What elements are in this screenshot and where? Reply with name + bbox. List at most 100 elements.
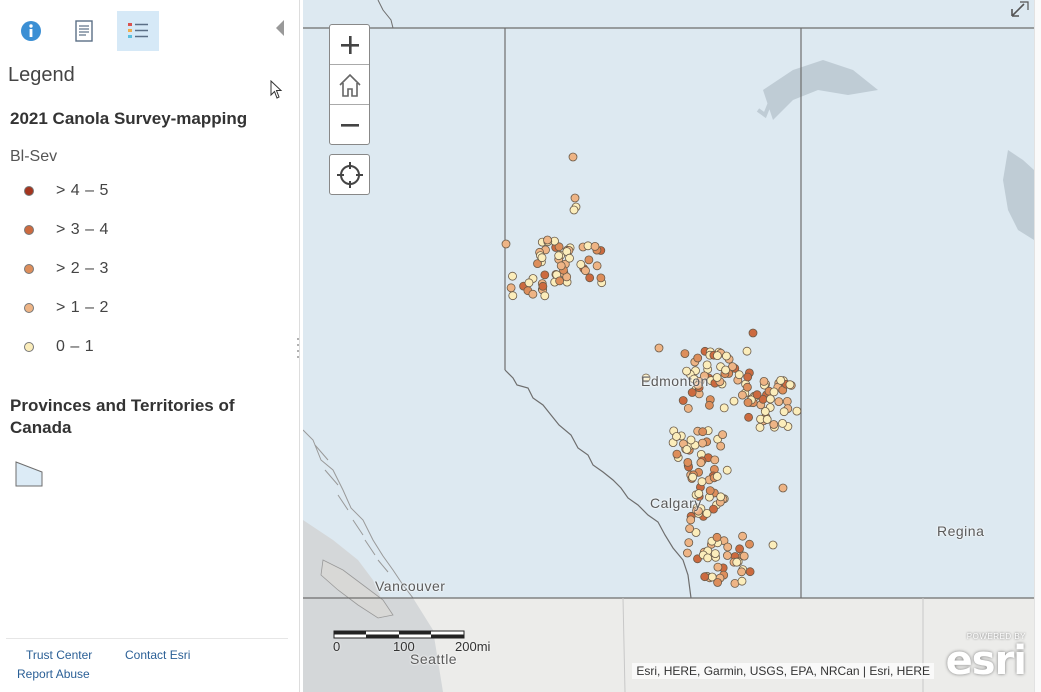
survey-point[interactable] xyxy=(782,396,792,406)
survey-point[interactable] xyxy=(742,382,752,392)
survey-point[interactable] xyxy=(596,273,606,283)
survey-point[interactable] xyxy=(778,483,788,493)
survey-point[interactable] xyxy=(688,472,698,482)
survey-point[interactable] xyxy=(745,567,755,577)
survey-point[interactable] xyxy=(712,351,722,361)
home-button[interactable] xyxy=(330,65,369,105)
tab-content[interactable] xyxy=(63,11,105,51)
survey-point[interactable] xyxy=(685,524,695,533)
survey-point[interactable] xyxy=(704,400,714,410)
panel-splitter-handle[interactable] xyxy=(296,336,300,358)
survey-point[interactable] xyxy=(581,266,590,276)
survey-point[interactable] xyxy=(719,403,729,413)
survey-point[interactable] xyxy=(524,278,534,288)
survey-point[interactable] xyxy=(682,445,692,454)
survey-point[interactable] xyxy=(569,205,579,215)
survey-point[interactable] xyxy=(556,261,566,271)
survey-point[interactable] xyxy=(738,531,748,541)
survey-point[interactable] xyxy=(739,551,749,561)
survey-point[interactable] xyxy=(697,477,707,487)
survey-point[interactable] xyxy=(570,193,580,203)
expand-icon[interactable] xyxy=(1008,0,1030,20)
survey-point[interactable] xyxy=(501,239,511,249)
survey-point[interactable] xyxy=(528,289,538,299)
survey-point[interactable] xyxy=(712,532,722,542)
collapse-panel-icon[interactable] xyxy=(272,18,288,38)
survey-point[interactable] xyxy=(776,375,786,385)
survey-point[interactable] xyxy=(702,360,712,370)
survey-point[interactable] xyxy=(506,283,516,293)
survey-point[interactable] xyxy=(732,557,742,567)
survey-point[interactable] xyxy=(774,397,784,407)
survey-point[interactable] xyxy=(654,343,664,353)
survey-point[interactable] xyxy=(779,407,789,417)
survey-point[interactable] xyxy=(696,458,706,468)
survey-point[interactable] xyxy=(686,515,696,525)
zoom-out-button[interactable] xyxy=(330,105,369,145)
survey-point[interactable] xyxy=(698,427,708,437)
survey-point[interactable] xyxy=(540,270,550,280)
survey-point[interactable] xyxy=(705,486,715,496)
trust-center-link[interactable]: Trust Center xyxy=(26,648,92,662)
survey-point[interactable] xyxy=(742,346,752,356)
survey-point[interactable] xyxy=(710,455,720,465)
survey-point[interactable] xyxy=(721,351,731,361)
survey-point[interactable] xyxy=(723,542,733,552)
survey-point[interactable] xyxy=(743,398,753,407)
survey-point[interactable] xyxy=(745,539,754,549)
survey-point[interactable] xyxy=(737,390,747,400)
survey-point[interactable] xyxy=(743,372,753,382)
survey-point[interactable] xyxy=(592,261,602,271)
survey-point[interactable] xyxy=(792,406,802,416)
survey-point[interactable] xyxy=(683,457,693,467)
survey-point[interactable] xyxy=(713,578,723,587)
survey-point[interactable] xyxy=(686,435,696,445)
survey-point[interactable] xyxy=(748,328,758,338)
survey-point[interactable] xyxy=(700,572,710,582)
survey-point[interactable] xyxy=(565,253,574,263)
contact-esri-link[interactable]: Contact Esri xyxy=(125,648,190,662)
survey-point[interactable] xyxy=(737,567,747,577)
survey-point[interactable] xyxy=(721,365,731,375)
survey-point[interactable] xyxy=(712,471,722,481)
esri-logo[interactable]: POWERED BY esri xyxy=(944,632,1027,684)
survey-point[interactable] xyxy=(769,387,779,397)
survey-point[interactable] xyxy=(716,441,726,451)
survey-point[interactable] xyxy=(687,388,697,397)
survey-point[interactable] xyxy=(678,396,688,405)
survey-point[interactable] xyxy=(744,412,754,422)
survey-point[interactable] xyxy=(752,390,762,400)
tab-about[interactable] xyxy=(10,11,52,51)
survey-point[interactable] xyxy=(722,465,732,475)
survey-point[interactable] xyxy=(778,418,787,428)
survey-point[interactable] xyxy=(698,438,707,448)
survey-point[interactable] xyxy=(734,370,744,380)
map-view[interactable]: Edmonton Calgary Regina Vancouver Seattl… xyxy=(303,0,1034,692)
survey-point[interactable] xyxy=(540,291,550,301)
survey-point[interactable] xyxy=(716,492,726,502)
survey-point[interactable] xyxy=(584,255,594,265)
survey-point[interactable] xyxy=(703,553,713,563)
survey-point[interactable] xyxy=(543,235,552,245)
survey-point[interactable] xyxy=(762,415,772,424)
locate-button[interactable] xyxy=(329,154,370,195)
report-abuse-link[interactable]: Report Abuse xyxy=(17,667,90,681)
survey-point[interactable] xyxy=(729,396,739,406)
survey-point[interactable] xyxy=(785,380,795,390)
survey-point[interactable] xyxy=(682,548,692,558)
survey-point[interactable] xyxy=(585,273,595,283)
survey-point[interactable] xyxy=(768,540,778,550)
survey-point[interactable] xyxy=(568,152,578,162)
survey-point[interactable] xyxy=(555,276,565,286)
survey-point[interactable] xyxy=(760,407,770,416)
survey-point[interactable] xyxy=(672,449,682,459)
survey-point[interactable] xyxy=(755,422,765,432)
survey-point[interactable] xyxy=(702,509,712,518)
survey-point[interactable] xyxy=(508,291,518,301)
tab-legend[interactable] xyxy=(117,11,159,51)
survey-point[interactable] xyxy=(710,549,720,558)
zoom-in-button[interactable] xyxy=(330,25,369,65)
survey-point[interactable] xyxy=(722,551,732,560)
survey-point[interactable] xyxy=(693,353,703,363)
survey-point[interactable] xyxy=(672,432,681,441)
